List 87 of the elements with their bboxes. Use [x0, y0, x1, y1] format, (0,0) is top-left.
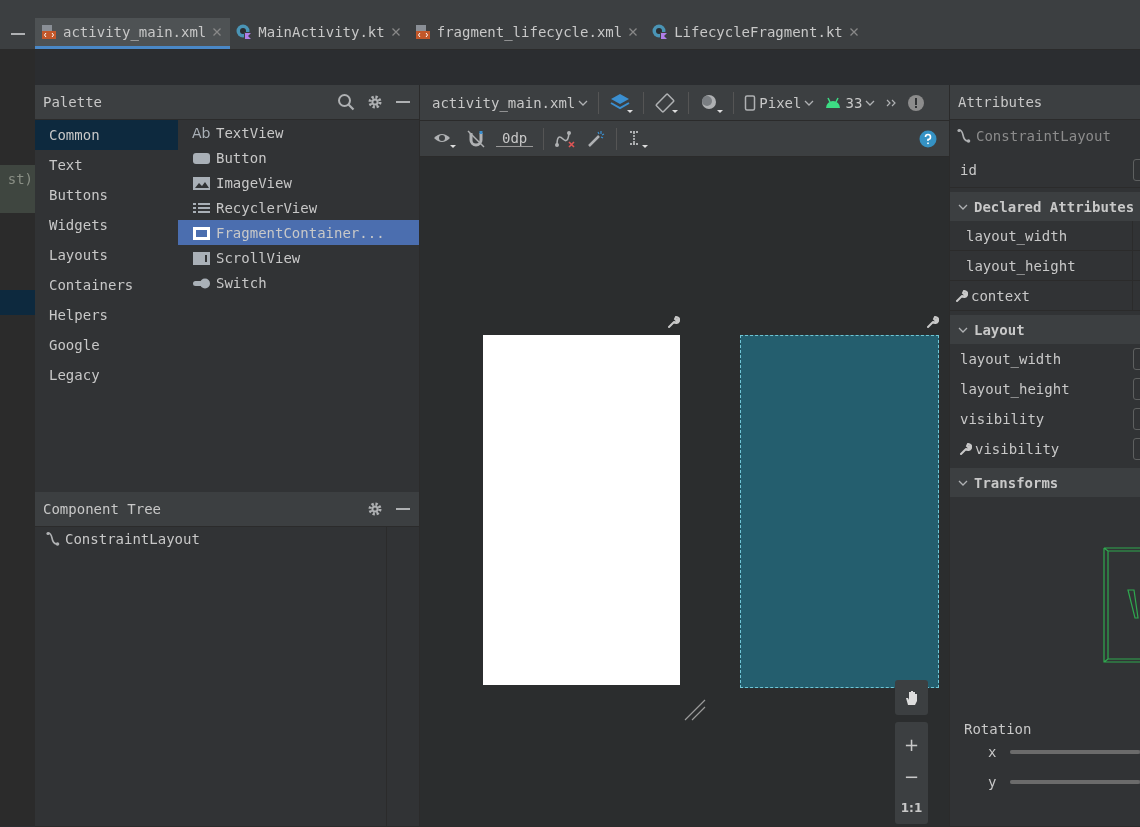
image-icon: [192, 174, 212, 191]
kotlin-file-icon: [652, 24, 669, 40]
text-view-icon: Ab: [192, 124, 212, 141]
xml-file-icon: [41, 24, 57, 40]
rotation-slider[interactable]: [1010, 780, 1140, 784]
zoom-out-button[interactable]: −: [903, 760, 920, 792]
pan-button[interactable]: [895, 680, 928, 715]
editor-tab[interactable]: activity_main.xml: [35, 18, 231, 49]
palette-category[interactable]: Legacy: [35, 360, 178, 390]
file-dropdown[interactable]: activity_main.xml: [432, 94, 589, 111]
close-icon[interactable]: [848, 27, 859, 37]
tree-node[interactable]: ConstraintLayout: [45, 531, 376, 547]
palette-category[interactable]: Google: [35, 330, 178, 360]
editor-tab[interactable]: fragment_lifecycle.xml: [408, 18, 647, 49]
panel-title: Attributes: [958, 94, 1044, 110]
constraint-layout-icon: [45, 531, 61, 547]
api-level-dropdown[interactable]: 33: [824, 94, 876, 111]
fragment-container-icon: [192, 224, 212, 241]
wrench-icon: [958, 442, 972, 456]
wrench-icon: [954, 288, 968, 303]
palette-category[interactable]: Helpers: [35, 300, 178, 330]
palette-category[interactable]: Text: [35, 150, 178, 180]
zoom-reset-button[interactable]: 1:1: [900, 792, 923, 824]
editor-tab[interactable]: LifecycleFragment.kt: [646, 18, 867, 49]
default-margin-field[interactable]: 0dp: [496, 130, 534, 147]
attribute-row[interactable]: context: [950, 281, 1140, 311]
guidelines-icon[interactable]: [627, 128, 650, 149]
close-icon[interactable]: [628, 27, 639, 37]
section-header[interactable]: Layout: [950, 315, 1140, 344]
rotation-label: Rotation: [964, 721, 1033, 737]
zoom-in-button[interactable]: +: [903, 728, 920, 760]
close-icon[interactable]: [390, 27, 401, 37]
attribute-label: layout_width: [966, 227, 1068, 244]
help-icon[interactable]: [919, 129, 937, 148]
rotation-slider[interactable]: [1010, 750, 1140, 754]
attribute-row[interactable]: visibility: [950, 434, 1140, 464]
attribute-label: layout_height: [966, 257, 1076, 274]
palette-item[interactable]: Switch: [178, 270, 419, 295]
search-icon[interactable]: [337, 93, 355, 111]
settings-icon[interactable]: [367, 501, 383, 517]
attribute-row[interactable]: layout_width: [950, 344, 1140, 374]
attribute-label: visibility: [975, 441, 1060, 457]
android-icon: [824, 95, 843, 110]
attribute-row[interactable]: layout_height: [950, 251, 1140, 281]
rotate-icon[interactable]: [654, 91, 679, 114]
phone-icon: [744, 94, 757, 111]
attribute-row[interactable]: visibility: [950, 404, 1140, 434]
palette-category[interactable]: Common: [35, 120, 178, 150]
clear-constraints-icon[interactable]: [554, 128, 577, 149]
wrench-icon: [925, 315, 939, 329]
attribute-label: id: [960, 161, 977, 178]
resize-handle-icon[interactable]: [684, 699, 706, 721]
attribute-label: layout_height: [960, 381, 1070, 397]
editor-tab[interactable]: MainActivity.kt: [230, 18, 409, 49]
panel-title: Component Tree: [43, 501, 162, 517]
palette-category[interactable]: Containers: [35, 270, 178, 300]
palette-category[interactable]: Widgets: [35, 210, 178, 240]
scroll-view-icon: [192, 249, 212, 266]
attribute-row[interactable]: layout_width: [950, 221, 1140, 251]
palette-item[interactable]: Button: [178, 145, 419, 170]
attribute-label: visibility: [960, 411, 1045, 427]
palette-item[interactable]: RecyclerView: [178, 195, 419, 220]
magnet-off-icon[interactable]: [466, 128, 486, 149]
component-name: ConstraintLayout: [976, 128, 1111, 144]
section-header[interactable]: Transforms: [950, 468, 1140, 497]
kotlin-file-icon: [236, 24, 253, 40]
section-header[interactable]: Declared Attributes: [950, 192, 1140, 221]
palette-category[interactable]: Layouts: [35, 240, 178, 270]
xml-file-icon: [414, 24, 431, 40]
magic-wand-icon[interactable]: [586, 128, 607, 149]
attribute-row[interactable]: layout_height: [950, 374, 1140, 404]
wrench-icon: [666, 315, 680, 329]
attribute-label: layout_width: [960, 351, 1062, 367]
axis-label: x: [988, 744, 997, 760]
palette-category[interactable]: Buttons: [35, 180, 178, 210]
palette-item[interactable]: ImageView: [178, 170, 419, 195]
palette-item[interactable]: Ab TextView: [178, 120, 419, 145]
layers-icon[interactable]: [609, 91, 634, 114]
palette-item[interactable]: ScrollView: [178, 245, 419, 270]
attribute-label: context: [971, 287, 1030, 304]
device-dropdown[interactable]: Pixel: [744, 94, 815, 111]
panel-title: Palette: [43, 94, 103, 110]
axis-label: y: [988, 774, 997, 790]
warning-icon[interactable]: [907, 93, 926, 112]
settings-icon[interactable]: [367, 94, 383, 110]
constraint-layout-icon: [956, 128, 972, 144]
line-highlight: [0, 290, 35, 315]
